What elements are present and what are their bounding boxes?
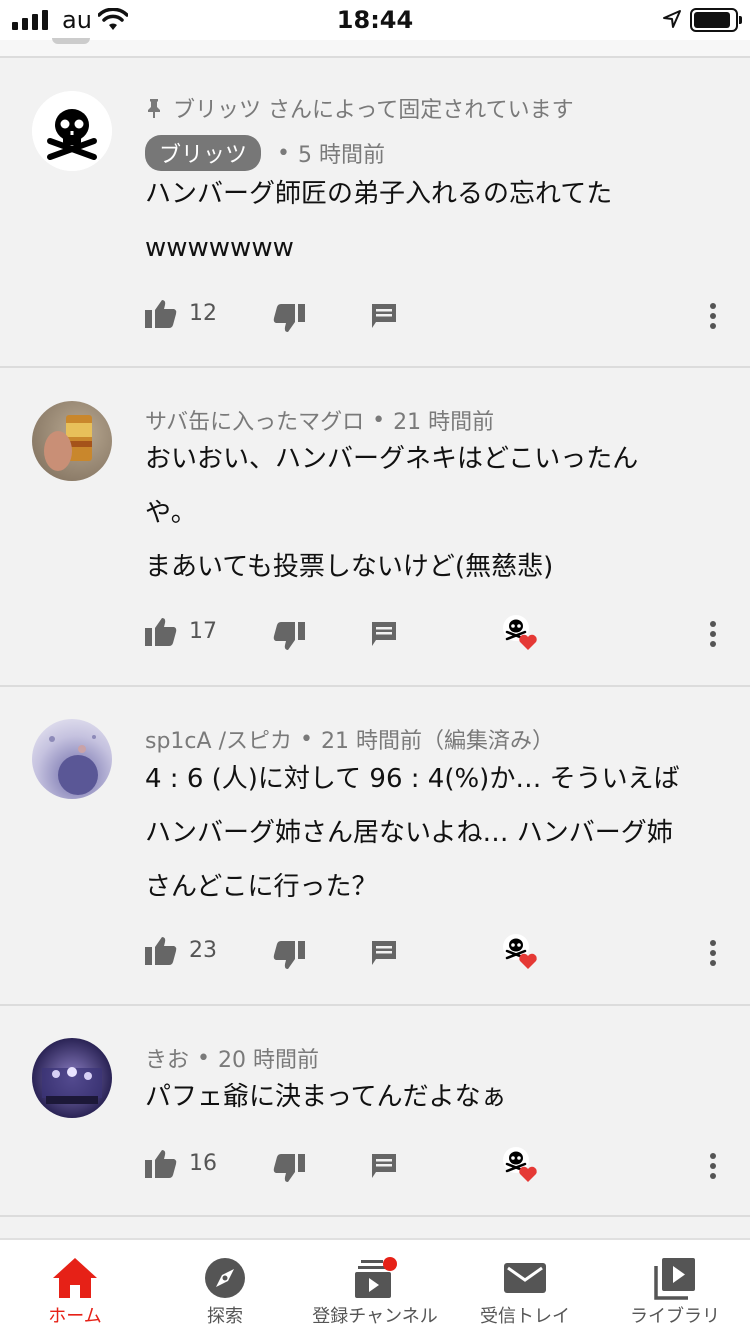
creator-heart-icon xyxy=(503,934,537,969)
comment-actions: 17 xyxy=(145,615,735,656)
avatar[interactable] xyxy=(32,401,112,481)
nav-item-subscriptions[interactable]: 登録チャンネル xyxy=(300,1240,450,1334)
like-count: 12 xyxy=(189,300,217,326)
nav-label: 受信トレイ xyxy=(480,1306,570,1327)
comment-time: 21 時間前（編集済み） xyxy=(320,729,554,754)
comment-item: sp1cA /スピカ • 21 時間前（編集済み） 4 : 6 (人)に対して … xyxy=(0,687,750,1006)
skull-avatar-icon xyxy=(32,91,112,171)
comment-line: パフェ爺に決まってんだよなぁ xyxy=(145,1082,507,1112)
thumbs-down-icon xyxy=(273,622,305,650)
reply-button[interactable] xyxy=(370,1152,398,1180)
thumbs-down-icon xyxy=(273,941,305,969)
comment-author[interactable]: sp1cA /スピカ xyxy=(145,723,292,755)
pinned-text: ブリッツ さんによって固定されています xyxy=(173,98,574,123)
reply-button[interactable] xyxy=(370,939,398,967)
dislike-button[interactable] xyxy=(273,1154,305,1184)
thumbs-down-icon xyxy=(273,1154,305,1182)
separator-dot: • xyxy=(299,726,313,752)
location-arrow-icon xyxy=(663,10,681,28)
library-icon xyxy=(654,1258,695,1300)
status-time: 18:44 xyxy=(336,6,414,34)
nav-label: 探索 xyxy=(207,1306,243,1327)
more-options-button[interactable] xyxy=(703,1150,723,1182)
comment-item: サバ缶に入ったマグロ • 21 時間前 おいおい、ハンバーグネキはどこいったん … xyxy=(0,368,750,687)
battery-icon xyxy=(690,8,742,32)
comment-time: 5 時間前 xyxy=(298,143,385,168)
planet-avatar-icon xyxy=(49,735,98,795)
author-badge[interactable]: ブリッツ xyxy=(145,135,262,171)
comment-meta: ブリッツ • 5 時間前 xyxy=(145,135,385,171)
thumbs-up-icon xyxy=(145,1150,177,1178)
status-bar: au 18:44 xyxy=(0,0,750,40)
like-button[interactable]: 17 xyxy=(145,616,217,646)
comment-item: ブリッツ さんによって固定されています ブリッツ • 5 時間前 ハンバーグ師匠… xyxy=(0,60,750,368)
inbox-icon xyxy=(504,1263,546,1293)
thumbs-down-icon xyxy=(273,304,305,332)
avatar xyxy=(52,38,90,44)
comment-line: ハンバーグ師匠の弟子入れるの忘れてた xyxy=(145,179,613,209)
thumbs-up-icon xyxy=(145,300,177,328)
comment-icon xyxy=(372,622,396,646)
comment-text: おいおい、ハンバーグネキはどこいったん や。 まあいても投票しないけど(無慈悲) xyxy=(145,432,725,594)
comment-line: 4 : 6 (人)に対して 96 : 4(%)か… そういえば xyxy=(145,764,680,794)
comment-text: パフェ爺に決まってんだよなぁ xyxy=(145,1070,725,1124)
scrolled-comment-edge xyxy=(0,38,750,58)
subscriptions-icon xyxy=(355,1257,397,1298)
comment-text: 4 : 6 (人)に対して 96 : 4(%)か… そういえば ハンバーグ姉さん… xyxy=(145,752,725,914)
comment-line: wwwwwww xyxy=(145,233,294,263)
home-icon xyxy=(53,1258,97,1298)
reply-button[interactable] xyxy=(370,620,398,648)
more-options-button[interactable] xyxy=(703,618,723,650)
nav-item-inbox[interactable]: 受信トレイ xyxy=(450,1240,600,1334)
reply-button[interactable] xyxy=(370,302,398,330)
nav-item-library[interactable]: ライブラリ xyxy=(600,1240,750,1334)
nav-label: ライブラリ xyxy=(630,1306,720,1327)
compass-icon xyxy=(205,1258,245,1298)
comment-text: ハンバーグ師匠の弟子入れるの忘れてた wwwwwww xyxy=(145,167,725,275)
separator-dot: • xyxy=(197,1045,210,1071)
comment-line: おいおい、ハンバーグネキはどこいったん xyxy=(145,444,639,474)
like-button[interactable]: 23 xyxy=(145,935,217,965)
avatar[interactable] xyxy=(32,1038,112,1118)
comment-meta: sp1cA /スピカ • 21 時間前（編集済み） xyxy=(145,723,554,755)
comment-line: や。 xyxy=(145,498,197,528)
nav-item-home[interactable]: ホーム xyxy=(0,1240,150,1334)
comment-item: きお • 20 時間前 パフェ爺に決まってんだよなぁ 16 xyxy=(0,1006,750,1217)
comment-icon xyxy=(372,1154,396,1178)
avatar[interactable] xyxy=(32,91,112,171)
nav-label: ホーム xyxy=(48,1306,102,1327)
bottom-navigation: ホーム 探索 登録チャンネル 受信トレイ ライブラリ xyxy=(0,1238,750,1334)
like-button[interactable]: 12 xyxy=(145,298,217,328)
comment-icon xyxy=(372,941,396,965)
concert-avatar-icon xyxy=(42,1067,102,1104)
comment-line: まあいても投票しないけど(無慈悲) xyxy=(145,552,554,582)
creator-heart-icon xyxy=(503,615,537,650)
like-count: 16 xyxy=(189,1150,217,1176)
thumbs-up-icon xyxy=(145,937,177,965)
comment-actions: 12 xyxy=(145,298,735,338)
creator-heart-icon xyxy=(503,1147,537,1182)
nav-label: 登録チャンネル xyxy=(312,1306,438,1327)
comment-line: さんどこに行った？ xyxy=(145,872,378,902)
separator-dot: • xyxy=(372,407,386,433)
more-options-button[interactable] xyxy=(703,300,723,332)
nav-item-explore[interactable]: 探索 xyxy=(150,1240,300,1334)
comment-actions: 23 xyxy=(145,934,735,975)
avatar[interactable] xyxy=(32,719,112,799)
dislike-button[interactable] xyxy=(273,941,305,971)
comment-icon xyxy=(372,304,396,328)
dislike-button[interactable] xyxy=(273,304,305,334)
separator-dot: • xyxy=(277,140,290,166)
like-button[interactable]: 16 xyxy=(145,1148,217,1178)
like-count: 17 xyxy=(189,618,217,644)
like-count: 23 xyxy=(189,937,217,963)
canned-fish-avatar-icon xyxy=(44,415,92,471)
pin-icon xyxy=(148,99,160,118)
pinned-label: ブリッツ さんによって固定されています xyxy=(145,92,574,124)
more-options-button[interactable] xyxy=(703,937,723,969)
comment-line: ハンバーグ姉さん居ないよね… ハンバーグ姉 xyxy=(145,818,673,848)
comment-actions: 16 xyxy=(145,1147,735,1188)
thumbs-up-icon xyxy=(145,618,177,646)
dislike-button[interactable] xyxy=(273,622,305,652)
